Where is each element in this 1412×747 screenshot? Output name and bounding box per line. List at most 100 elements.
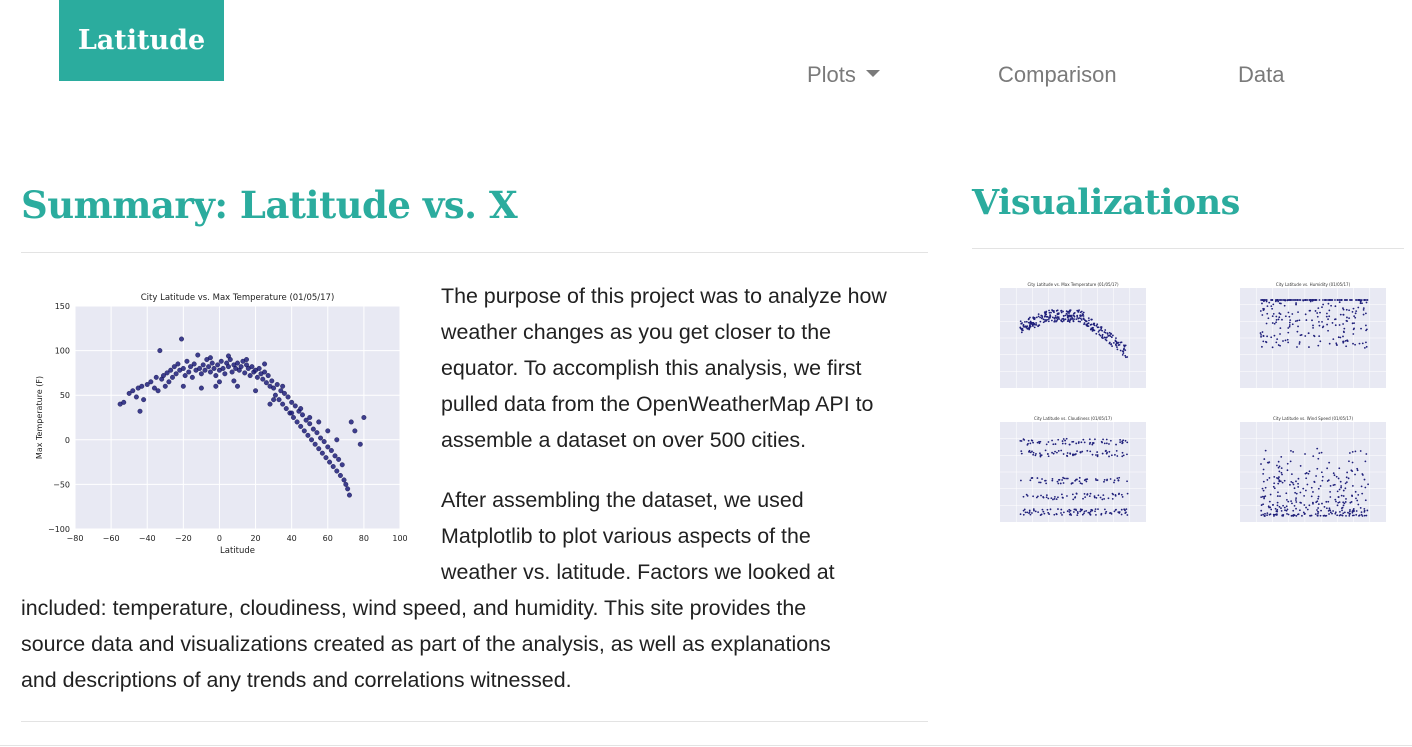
brand-logo[interactable]: Latitude — [59, 0, 224, 81]
data-point — [316, 419, 322, 425]
thumbnail-point — [1052, 310, 1055, 312]
thumbnail-point — [1054, 495, 1056, 498]
thumbnail-point — [1304, 313, 1307, 316]
nav-data-link[interactable]: Data — [1238, 62, 1284, 88]
thumbnail-point — [1349, 299, 1352, 301]
thumbnail-point — [1029, 479, 1032, 482]
thumbnail-point — [1286, 299, 1289, 301]
data-point — [226, 364, 231, 370]
thumbnail-point — [1283, 304, 1286, 307]
thumbnail-point — [1358, 342, 1361, 345]
thumbnail-point — [1268, 500, 1271, 503]
thumbnail-point — [1351, 514, 1354, 517]
thumbnail-point — [1060, 508, 1063, 511]
thumbnail-point — [1273, 334, 1276, 337]
data-point — [276, 397, 282, 403]
y-tick-label: −100 — [48, 525, 70, 534]
thumbnail-point — [1094, 438, 1096, 441]
thumbnail-point — [1342, 495, 1345, 497]
thumbnail-point — [1041, 508, 1044, 511]
thumbnail-point — [1268, 301, 1271, 304]
data-point — [168, 367, 174, 373]
thumbnail-point — [1327, 479, 1330, 482]
latitude-vs-temperature-chart[interactable]: −80 −60 −40 −20 0 20 40 60 80 100 −100 −50 0 50 100 150… — [30, 284, 415, 560]
thumbnail-point — [1305, 506, 1307, 509]
thumbnail-point — [1072, 319, 1075, 322]
data-point — [202, 367, 208, 373]
thumbnail-point — [1348, 510, 1351, 513]
thumbnail-point — [1267, 461, 1270, 464]
thumbnail-point — [1342, 323, 1345, 325]
thumbnail-point — [1331, 512, 1333, 515]
thumbnail-point — [1359, 450, 1362, 452]
thumbnail-point — [1321, 475, 1324, 478]
thumbnail-point — [1295, 492, 1298, 495]
thumbnail-wind-speed[interactable]: City Latitude vs. Wind Speed (01/05/17) — [1222, 414, 1390, 534]
thumbnail-humidity[interactable]: City Latitude vs. Humidity (01/05/17) — [1222, 280, 1390, 400]
thumbnail-point — [1335, 343, 1338, 346]
thumbnail-point — [1082, 311, 1085, 314]
thumbnail-point — [1336, 490, 1339, 493]
y-tick-label: 150 — [55, 302, 70, 311]
thumbnail-point — [1125, 511, 1127, 514]
thumbnail-point — [1286, 512, 1288, 515]
thumbnail-point — [1351, 510, 1354, 513]
thumbnail-point — [1062, 453, 1065, 455]
thumbnail-point — [1287, 331, 1290, 334]
thumbnail-point — [1024, 321, 1026, 323]
thumbnail-point — [1341, 509, 1343, 512]
thumbnail-point — [1059, 482, 1062, 485]
thumbnail-point — [1097, 330, 1100, 333]
thumbnail-point — [1068, 443, 1071, 446]
thumbnail-point — [1022, 513, 1025, 516]
thumbnail-point — [1353, 322, 1355, 325]
thumbnail-point — [1066, 320, 1069, 322]
thumbnail-point — [1345, 481, 1348, 484]
thumbnail-point — [1039, 455, 1042, 458]
thumbnail-point — [1031, 477, 1034, 479]
thumbnail-point — [1363, 509, 1366, 512]
thumbnail-point — [1045, 482, 1048, 485]
thumbnail-point — [1109, 478, 1112, 480]
thumbnail-point — [1028, 511, 1031, 513]
thumbnail-point — [1060, 493, 1063, 496]
paragraph-2-line: After assembling the dataset, we used — [441, 488, 804, 512]
nav-comparison-link[interactable]: Comparison — [998, 62, 1117, 88]
thumbnail-temperature[interactable]: City Latitude vs. Max Temperature (01/05… — [982, 280, 1150, 400]
thumbnail-point — [1334, 318, 1337, 321]
thumbnail-point — [1085, 478, 1088, 481]
thumbnail-point — [1277, 477, 1280, 480]
thumbnail-cloudiness[interactable]: City Latitude vs. Cloudiness (01/05/17) — [982, 414, 1150, 534]
data-point — [298, 423, 304, 429]
thumbnail-point — [1099, 496, 1102, 499]
thumbnail-point — [1273, 487, 1276, 490]
thumbnail-point — [1116, 346, 1118, 349]
thumbnail-point — [1297, 482, 1299, 485]
thumbnail-point — [1047, 441, 1050, 443]
thumbnail-point — [1106, 478, 1108, 481]
thumbnail-point — [1345, 308, 1348, 311]
thumbnail-point — [1117, 493, 1120, 496]
thumbnail-point — [1031, 450, 1033, 453]
data-point — [170, 374, 175, 380]
summary-title: Summary: Latitude vs. X — [21, 183, 518, 227]
data-point — [283, 406, 289, 412]
data-point — [121, 399, 127, 405]
thumbnail-point — [1326, 323, 1329, 326]
thumbnail-point — [1054, 450, 1056, 453]
thumbnail-point — [1110, 512, 1113, 515]
thumbnail-point — [1105, 442, 1108, 445]
thumbnail-point — [1123, 347, 1125, 350]
nav-plots-dropdown[interactable]: Plots — [807, 62, 880, 88]
thumbnail-point — [1302, 487, 1305, 490]
thumbnail-point — [1319, 311, 1321, 314]
data-point — [327, 459, 333, 465]
data-point — [348, 419, 354, 425]
thumbnail-point — [1051, 479, 1054, 482]
thumbnail-point — [1025, 320, 1028, 323]
thumbnail-title: City Latitude vs. Cloudiness (01/05/17) — [1034, 416, 1112, 421]
thumbnail-point — [1116, 455, 1119, 457]
thumbnail-point — [1340, 486, 1342, 489]
thumbnail-point — [1260, 504, 1263, 506]
data-point — [285, 394, 291, 400]
